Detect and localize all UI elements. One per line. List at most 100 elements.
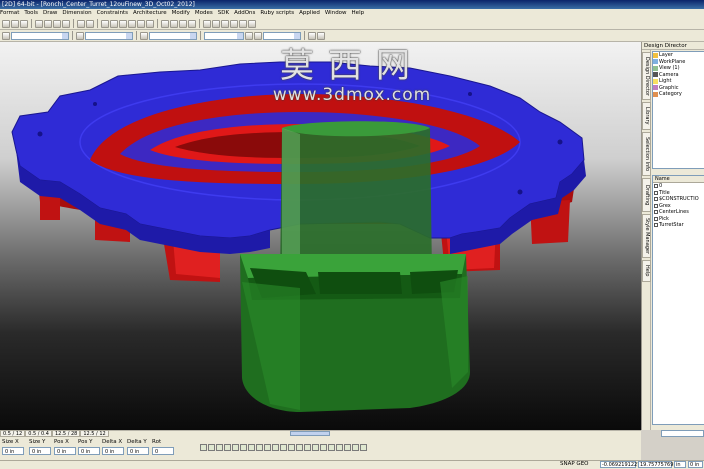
menu-architecture[interactable]: Architecture [133, 9, 167, 18]
tab-drafting[interactable]: Drafting [642, 178, 651, 212]
menu-ruby-scripts[interactable]: Ruby scripts [260, 9, 294, 18]
snap-percent-icon[interactable] [288, 444, 295, 451]
rotate-icon[interactable] [128, 19, 136, 28]
camera-tool-icon[interactable] [230, 19, 238, 28]
layer-visibility-checkbox[interactable] [654, 210, 658, 215]
snap-tangent-icon[interactable] [232, 444, 239, 451]
select-icon[interactable] [101, 19, 109, 28]
snap-perpendicular-icon[interactable] [240, 444, 247, 451]
lineweight-icon[interactable] [344, 444, 351, 451]
paper-space-icon[interactable] [360, 444, 367, 451]
menu-modify[interactable]: Modify [172, 9, 190, 18]
redo-icon[interactable] [86, 19, 94, 28]
coordinate-y: 19.75775769 [638, 461, 674, 468]
snap-status[interactable]: SNAP GEO [560, 460, 589, 469]
layer-select[interactable] [263, 31, 301, 40]
properties-icon[interactable] [308, 31, 316, 40]
layer-tool-icon[interactable] [203, 19, 211, 28]
pick-icon[interactable] [317, 31, 325, 40]
layer-visibility-checkbox[interactable] [654, 203, 658, 208]
menu-help[interactable]: Help [352, 9, 365, 18]
menu-tools[interactable]: Tools [24, 9, 38, 18]
ortho-icon[interactable] [312, 444, 319, 451]
view-icon [653, 65, 658, 71]
snap-toggle-icon[interactable] [304, 444, 311, 451]
layer-visibility-checkbox[interactable] [654, 184, 658, 189]
menu-addons[interactable]: AddOns [234, 9, 255, 18]
line-style-icon[interactable] [76, 31, 84, 40]
tab-library[interactable]: Library [642, 102, 651, 130]
sheet-tab[interactable]: 0.5 / 0.4 [25, 430, 52, 437]
pattern-select[interactable] [204, 31, 244, 40]
color-icon[interactable] [2, 31, 10, 40]
wireframe-icon[interactable] [161, 19, 169, 28]
snap-angle-icon[interactable] [264, 444, 271, 451]
tab-selection-info[interactable]: Selection Info [642, 132, 651, 176]
tab-help[interactable]: Help [642, 260, 651, 282]
sheet-tab[interactable]: 0.5 / 12 [0, 430, 26, 437]
snap-midpoint-icon[interactable] [216, 444, 223, 451]
snap-center-icon[interactable] [224, 444, 231, 451]
save-icon[interactable] [20, 19, 28, 28]
polar-icon[interactable] [320, 444, 327, 451]
cut-icon[interactable] [44, 19, 52, 28]
layer-list-header[interactable]: Name [653, 176, 704, 183]
tree-item-category[interactable]: Category [653, 91, 704, 98]
rendered-icon[interactable] [179, 19, 187, 28]
menu-applied[interactable]: Applied [299, 9, 320, 18]
model-space-icon[interactable] [352, 444, 359, 451]
fit-view-icon[interactable] [146, 19, 154, 28]
tab-style-manager[interactable]: Style Manager [642, 214, 651, 258]
menu-dimension[interactable]: Dimension [62, 9, 91, 18]
print-icon[interactable] [35, 19, 43, 28]
light-toggle-icon[interactable] [188, 19, 196, 28]
line-width-icon[interactable] [140, 31, 148, 40]
new-file-icon[interactable] [2, 19, 10, 28]
layer-visibility-checkbox[interactable] [654, 223, 658, 228]
snap-endpoint-icon[interactable] [208, 444, 215, 451]
menu-modes[interactable]: Modes [195, 9, 213, 18]
scrollbar-thumb[interactable] [290, 431, 330, 436]
layer-visibility-checkbox[interactable] [654, 216, 658, 221]
layer-select-icon[interactable] [254, 31, 262, 40]
toolbar-separator [304, 31, 305, 40]
fill-icon[interactable] [245, 31, 253, 40]
layer-visibility-checkbox[interactable] [654, 190, 658, 195]
line-style-select[interactable] [85, 31, 133, 40]
menu-window[interactable]: Window [325, 9, 347, 18]
layer-visibility-checkbox[interactable] [654, 197, 658, 202]
snap-object-icon[interactable] [296, 444, 303, 451]
menu-sdk[interactable]: SDK [218, 9, 229, 18]
snap-tool-icon[interactable] [221, 19, 229, 28]
tab-design-director[interactable]: Design Director [642, 52, 651, 100]
color-select[interactable] [11, 31, 69, 40]
shaded-icon[interactable] [170, 19, 178, 28]
menu-constraints[interactable]: Constraints [97, 9, 128, 18]
menu-format[interactable]: Format [0, 9, 19, 18]
measure-icon[interactable] [239, 19, 247, 28]
walk-icon[interactable] [137, 19, 145, 28]
tracking-icon[interactable] [328, 444, 335, 451]
grid-icon[interactable] [212, 19, 220, 28]
snap-nearest-icon[interactable] [256, 444, 263, 451]
layer-row[interactable]: TurretStar [653, 222, 704, 229]
section-icon[interactable] [248, 19, 256, 28]
undo-icon[interactable] [77, 19, 85, 28]
snap-intersection-icon[interactable] [248, 444, 255, 451]
pan-icon[interactable] [110, 19, 118, 28]
sheet-tab[interactable]: 12.5 / 28 [51, 430, 81, 437]
sheet-tab[interactable]: 12.5 / 12 [80, 430, 109, 437]
page-field: 0 in [688, 461, 703, 468]
snap-grid-icon[interactable] [200, 444, 207, 451]
zoom-icon[interactable] [119, 19, 127, 28]
copy-icon[interactable] [53, 19, 61, 28]
open-file-icon[interactable] [11, 19, 19, 28]
menu-draw[interactable]: Draw [43, 9, 57, 18]
dynamic-input-icon[interactable] [336, 444, 343, 451]
snap-quadrant-icon[interactable] [280, 444, 287, 451]
3d-viewport[interactable]: 莫西网 www.3dmox.com [0, 42, 641, 430]
pos-y-field: Pos Y 0 in [76, 438, 100, 460]
line-width-select[interactable] [149, 31, 197, 40]
paste-icon[interactable] [62, 19, 70, 28]
snap-parallel-icon[interactable] [272, 444, 279, 451]
